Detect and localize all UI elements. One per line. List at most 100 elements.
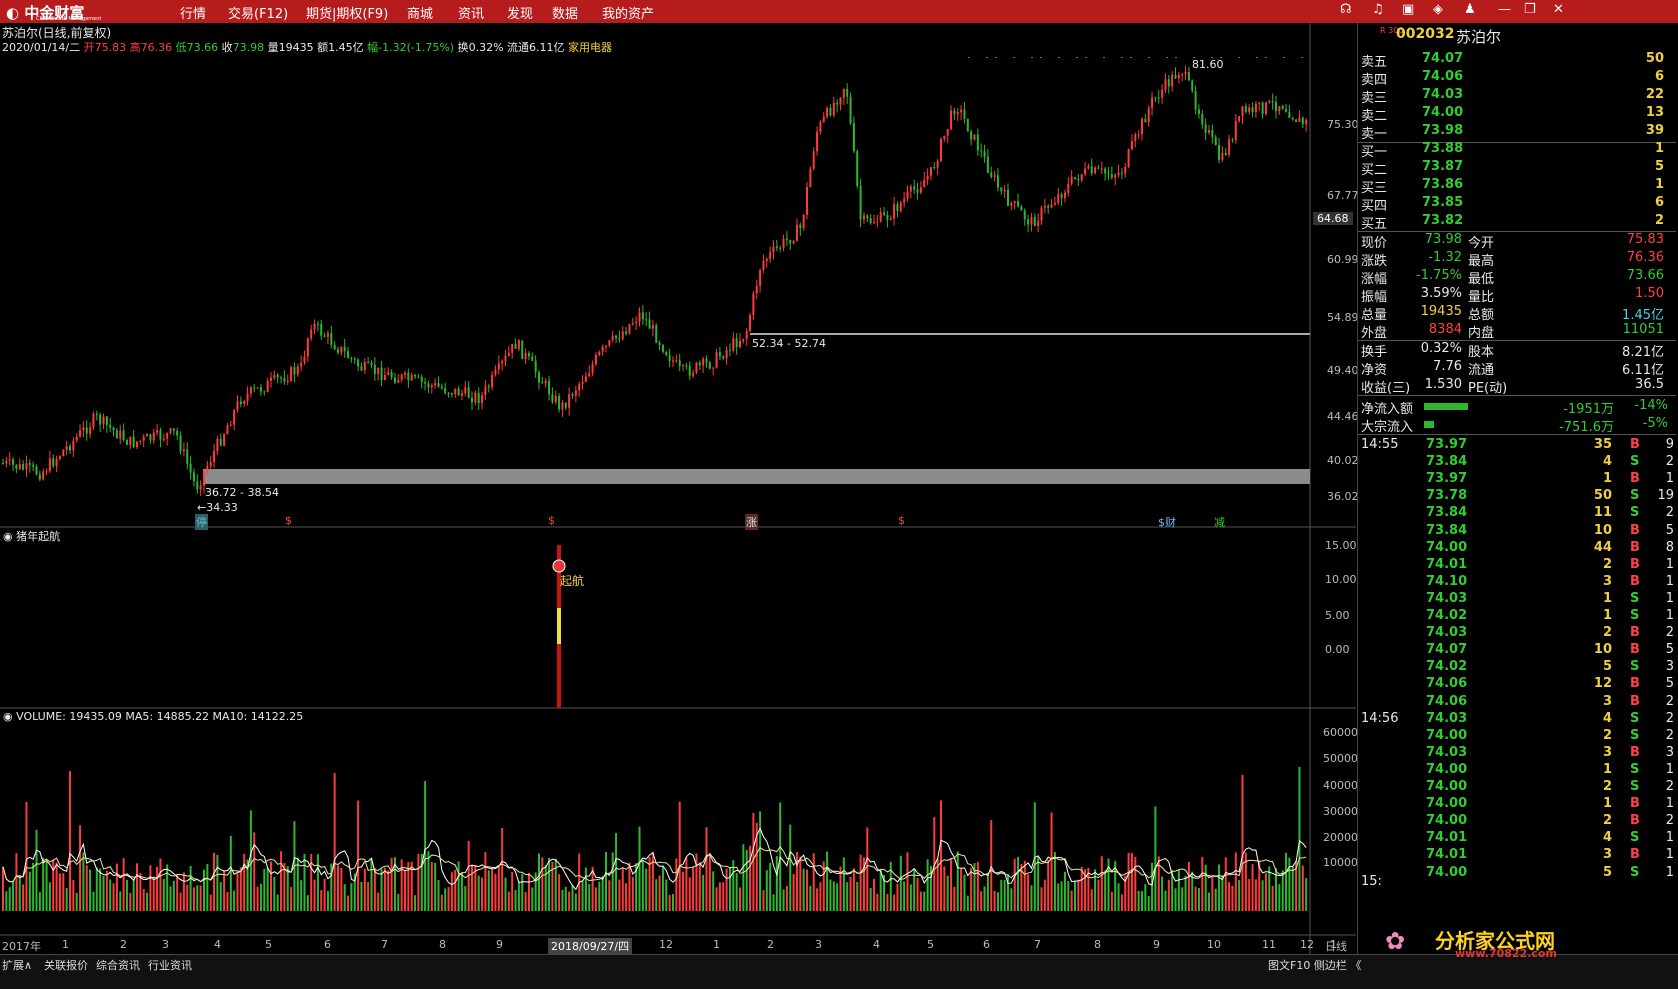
tick-row[interactable]: 74.06 12 B 5 (1358, 676, 1676, 694)
event-marker[interactable]: $ (285, 514, 292, 527)
volume-bar (491, 868, 494, 911)
candle-body (1063, 192, 1066, 199)
candle-body (1238, 116, 1241, 122)
skin-icon[interactable]: ♟ (1464, 2, 1476, 17)
candle-body (983, 151, 986, 157)
bottom-tab[interactable]: 扩展∧ (2, 957, 32, 973)
quote-panel: R 300 002032 苏泊尔 卖五 74.07 50 卖四 74.06 6 卖三 74.0… (1357, 23, 1678, 954)
tick-row[interactable]: 74.01 4 S 1 (1358, 830, 1676, 848)
menu-item[interactable]: 行情 (180, 3, 206, 22)
candle-body (447, 392, 450, 394)
book-row[interactable]: 买一 73.88 1 (1358, 141, 1676, 160)
candle-body (119, 430, 122, 439)
event-marker[interactable]: 涨 (745, 514, 758, 530)
menu-item[interactable]: 商城 (407, 3, 433, 22)
candle-body (1187, 72, 1190, 81)
volume-bar (1027, 874, 1030, 911)
menu-item[interactable]: 交易(F12) (228, 3, 288, 22)
menu-item[interactable]: 发现 (507, 3, 533, 22)
tick-row[interactable]: 74.02 1 S 1 (1358, 608, 1676, 626)
book-row[interactable]: 买四 73.85 6 (1358, 195, 1676, 214)
event-marker[interactable]: $财 (1158, 514, 1176, 530)
volume-bar (789, 824, 792, 911)
tick-row[interactable]: 14:56 74.03 4 S 2 (1358, 711, 1676, 729)
candle-body (333, 344, 336, 350)
headset-icon[interactable]: ☊ (1340, 2, 1352, 17)
volume-bar (725, 868, 728, 911)
f10-sidebar-link[interactable]: 图文F10 侧边栏 《 (1268, 957, 1361, 973)
tick-row[interactable]: 74.00 1 B 1 (1358, 796, 1676, 814)
book-row[interactable]: 卖一 73.98 39 (1358, 123, 1676, 142)
tick-row[interactable]: 74.02 5 S 3 (1358, 659, 1676, 677)
book-row[interactable]: 卖五 74.07 50 (1358, 51, 1676, 70)
menu-item[interactable]: 数据 (552, 3, 578, 22)
tick-row[interactable]: 74.10 3 B 1 (1358, 574, 1676, 592)
message-icon[interactable]: ▣ (1402, 2, 1414, 17)
candle-body (320, 323, 323, 336)
candle-body (1053, 202, 1056, 205)
chart-area[interactable]: 苏泊尔(日线,前复权) 2020/01/14/二 开75.83 高76.36 低… (0, 23, 1359, 954)
candle-body (665, 351, 668, 356)
tick-row[interactable]: 74.00 1 S 1 (1358, 762, 1676, 780)
candle-body (383, 374, 386, 381)
tick-row[interactable]: 73.84 11 S 2 (1358, 505, 1676, 523)
tick-row[interactable]: 74.00 2 S 2 (1358, 728, 1676, 746)
close-icon[interactable]: ✕ (1553, 2, 1564, 17)
volume-bar (886, 893, 889, 911)
tick-row[interactable]: 74.03 2 B 2 (1358, 625, 1676, 643)
bell-icon[interactable]: ♫ (1372, 2, 1384, 17)
tick-row[interactable]: 74.06 3 B 2 (1358, 694, 1676, 712)
signal-label: 起航 (560, 574, 585, 588)
candle-body (243, 401, 246, 405)
tick-row[interactable]: 74.03 3 B 3 (1358, 745, 1676, 763)
book-row[interactable]: 卖二 74.00 13 (1358, 105, 1676, 124)
box-icon[interactable]: ◈ (1433, 2, 1443, 17)
candle-body (102, 416, 105, 425)
candle-body (162, 438, 165, 440)
book-row[interactable]: 买三 73.86 1 (1358, 177, 1676, 196)
menu-item[interactable]: 期货|期权(F9) (306, 3, 388, 22)
chart-canvas[interactable] (0, 23, 1356, 954)
tick-row[interactable]: 73.84 4 S 2 (1358, 454, 1676, 472)
tick-row[interactable]: 14:55 73.97 35 B 9 (1358, 437, 1676, 455)
tick-row[interactable]: 74.00 44 B 8 (1358, 540, 1676, 558)
tick-row[interactable]: 74.03 1 S 1 (1358, 591, 1676, 609)
event-marker[interactable]: $ (898, 514, 905, 527)
restore-icon[interactable]: ❐ (1524, 2, 1536, 17)
volume-bar (1120, 894, 1123, 911)
period-label[interactable]: 日线 (1325, 938, 1347, 954)
menu-item[interactable]: 我的资产 (602, 3, 654, 22)
volume-bar (1228, 882, 1231, 911)
volume-bar (735, 873, 738, 911)
stat-row: 外盘 8384 内盘 11051 (1361, 322, 1664, 341)
bottom-tab[interactable]: 关联报价 (44, 957, 88, 973)
tick-row[interactable]: 73.84 10 B 5 (1358, 523, 1676, 541)
bottom-tab[interactable]: 行业资讯 (148, 957, 192, 973)
menu-item[interactable]: 资讯 (458, 3, 484, 22)
tick-row[interactable]: 73.97 1 B 1 (1358, 471, 1676, 489)
book-volume: 1 (1654, 177, 1664, 192)
candle-body (1097, 167, 1100, 169)
signal-dot (986, 57, 988, 58)
tick-row[interactable]: 74.07 10 B 5 (1358, 642, 1676, 660)
candle-body (1120, 172, 1123, 174)
book-row[interactable]: 卖四 74.06 6 (1358, 69, 1676, 88)
bottom-tab[interactable]: 综合资讯 (96, 957, 140, 973)
book-price: 74.07 (1422, 51, 1464, 66)
candle-body (829, 107, 832, 116)
volume-bar (1187, 861, 1190, 911)
tick-row[interactable]: 73.78 50 S 19 (1358, 488, 1676, 506)
candle-body (1040, 207, 1043, 221)
book-row[interactable]: 卖三 74.03 22 (1358, 87, 1676, 106)
tick-row[interactable]: 74.01 2 B 1 (1358, 557, 1676, 575)
tick-row[interactable]: 74.01 3 B 1 (1358, 847, 1676, 865)
time-axis-label: 1 (62, 938, 69, 951)
event-marker[interactable]: 减 (1214, 514, 1225, 530)
event-marker[interactable]: $ (548, 514, 555, 527)
tick-row[interactable]: 74.00 2 B 2 (1358, 813, 1676, 831)
event-marker[interactable]: 停 (195, 514, 208, 530)
book-row[interactable]: 买五 73.82 2 (1358, 213, 1676, 232)
minimize-icon[interactable]: — (1498, 2, 1511, 17)
book-row[interactable]: 买二 73.87 5 (1358, 159, 1676, 178)
tick-row[interactable]: 74.00 2 S 2 (1358, 779, 1676, 797)
